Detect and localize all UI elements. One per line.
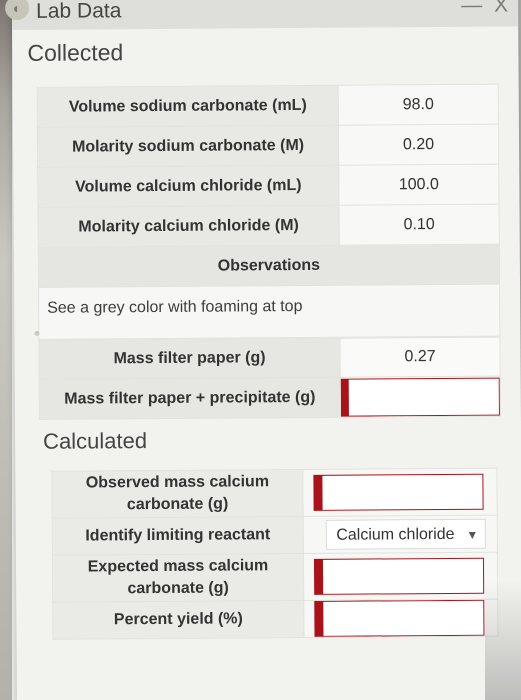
volume-calcium-chloride-value: 100.0 — [338, 164, 499, 206]
collected-table: Volume sodium carbonate (mL) 98.0 Molari… — [37, 84, 501, 340]
volume-sodium-carbonate-value: 98.0 — [338, 84, 499, 126]
window-controls: — X — [455, 0, 508, 18]
title-bar: ◐ Lab Data — X — [5, 0, 519, 30]
molarity-calcium-chloride-label: Molarity calcium chloride (M) — [37, 205, 340, 248]
mass-table: Mass filter paper (g) 0.27 Mass filter p… — [38, 337, 501, 420]
molarity-sodium-carbonate-value: 0.20 — [338, 124, 499, 166]
screen: ◐ Lab Data — X Collected Volume sodium c… — [0, 0, 521, 700]
table-row: Percent yield (%) — [52, 599, 498, 640]
minimize-icon[interactable]: — — [461, 0, 482, 18]
molarity-calcium-chloride-value: 0.10 — [338, 204, 500, 246]
shadow-corner — [485, 580, 521, 700]
chevron-down-icon: ▼ — [466, 527, 479, 542]
table-row: Observed mass calcium carbonate (g) — [51, 468, 498, 519]
table-row: Volume sodium carbonate (mL) 98.0 — [37, 84, 499, 128]
table-row: Mass filter paper + precipitate (g) — [39, 376, 501, 420]
expected-mass-calcium-carbonate-label: Expected mass calcium carbonate (g) — [52, 553, 304, 603]
volume-calcium-chloride-label: Volume calcium chloride (mL) — [37, 165, 339, 208]
calculated-heading: Calculated — [43, 428, 148, 454]
expected-mass-calcium-carbonate-input[interactable] — [313, 557, 485, 595]
limiting-reactant-cell: Calcium chloride ▼ — [303, 515, 498, 554]
table-row: Identify limiting reactant Calcium chlor… — [52, 515, 498, 556]
close-icon[interactable]: X — [494, 0, 508, 18]
window-title: Lab Data — [36, 0, 122, 23]
observed-mass-calcium-carbonate-input[interactable] — [313, 473, 484, 511]
table-row: Expected mass calcium carbonate (g) — [52, 552, 498, 603]
limiting-reactant-selected-value: Calcium chloride — [336, 525, 455, 544]
observations-heading-row: Observations — [38, 244, 500, 288]
app-badge-icon: ◐ — [5, 0, 30, 21]
observed-mass-calcium-carbonate-cell — [302, 468, 498, 517]
table-row: Volume calcium chloride (mL) 100.0 — [37, 164, 499, 208]
percent-yield-input[interactable] — [314, 599, 485, 637]
mass-filter-paper-precipitate-input[interactable] — [340, 377, 500, 417]
percent-yield-cell — [303, 599, 498, 638]
table-row: Mass filter paper (g) 0.27 — [38, 337, 501, 380]
decorative-dot — [34, 330, 40, 336]
table-row: Molarity calcium chloride (M) 0.10 — [37, 204, 500, 248]
lab-data-window: ◐ Lab Data — X Collected Volume sodium c… — [5, 0, 521, 700]
calculated-table: Observed mass calcium carbonate (g) Iden… — [51, 468, 498, 640]
collected-heading: Collected — [27, 39, 124, 66]
volume-sodium-carbonate-label: Volume sodium carbonate (mL) — [37, 85, 339, 128]
identify-limiting-reactant-label: Identify limiting reactant — [52, 516, 304, 556]
mass-filter-paper-precipitate-cell — [340, 376, 501, 418]
observations-text-row: See a grey color with foaming at top — [38, 284, 500, 340]
expected-mass-calcium-carbonate-cell — [303, 552, 498, 601]
background-edge-left — [0, 0, 12, 700]
limiting-reactant-select[interactable]: Calcium chloride ▼ — [325, 518, 486, 550]
percent-yield-label: Percent yield (%) — [52, 600, 304, 640]
molarity-sodium-carbonate-label: Molarity sodium carbonate (M) — [37, 125, 339, 168]
mass-filter-paper-precipitate-label: Mass filter paper + precipitate (g) — [39, 377, 341, 420]
mass-filter-paper-value: 0.27 — [339, 337, 501, 378]
lab-data-content: Collected Volume sodium carbonate (mL) 9… — [22, 36, 520, 640]
observed-mass-calcium-carbonate-label: Observed mass calcium carbonate (g) — [51, 469, 304, 519]
observations-text[interactable]: See a grey color with foaming at top — [38, 284, 500, 340]
mass-filter-paper-label: Mass filter paper (g) — [38, 338, 341, 380]
observations-heading: Observations — [38, 244, 500, 288]
table-row: Molarity sodium carbonate (M) 0.20 — [37, 124, 499, 168]
